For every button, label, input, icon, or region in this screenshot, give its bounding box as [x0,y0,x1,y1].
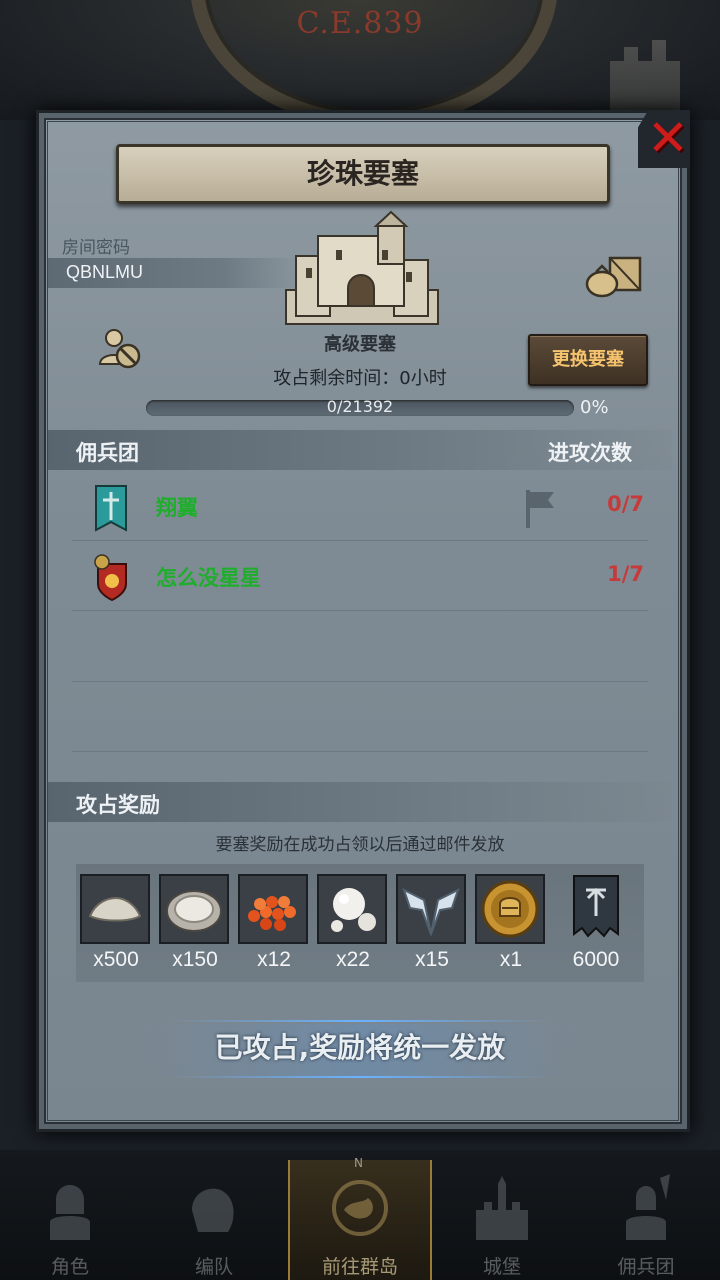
capture-time-label: 攻占剩余时间： [273,368,400,389]
reward-item[interactable]: x12 [238,874,310,972]
attack-count: 0/7 [607,492,644,516]
fortress-level: 高级要塞 [324,334,396,355]
compass-map-icon [332,1180,388,1236]
panel-title: 珍珠要塞 [116,144,610,204]
helmet-group-icon [192,1188,234,1232]
mercenary-icon [626,1174,670,1240]
wings-emblem-icon [398,876,464,942]
fortress-icon [285,210,439,325]
reward-quantity: x150 [172,948,218,971]
reward-quantity: x12 [257,948,291,971]
roe-icon [240,876,306,942]
era-text: C.E.839 [296,6,424,41]
teal-banner-icon [95,485,127,532]
knight-icon [50,1185,90,1240]
castle-icon [476,1176,528,1240]
nav-label: 城堡 [482,1256,521,1278]
supply-bag-crate-icon[interactable] [584,252,644,298]
compass-north-label: N [354,1156,363,1170]
nav-label: 编队 [194,1256,233,1278]
nav-islands[interactable]: N 前往群岛 [288,1156,432,1280]
status-line-top [170,1020,550,1022]
mercenary-row[interactable]: 翔翼 0/7 [72,474,648,541]
reward-header: 攻占奖励 [76,793,160,817]
reward-note: 要塞奖励在成功占领以后通过邮件发放 [215,835,505,855]
capture-time-row: 攻占剩余时间：0小时 [200,364,520,390]
attack-count-header: 进攻次数 [548,441,632,465]
reward-quantity: x22 [336,948,370,971]
capture-status: 已攻占,奖励将统一发放 [214,1031,506,1064]
close-icon[interactable]: ✕ [646,112,690,164]
oyster-icon [161,876,227,942]
reward-item[interactable]: x15 [396,874,468,972]
flag-icon [526,490,554,528]
reward-item[interactable]: x22 [317,874,389,972]
mercenary-row[interactable]: 怎么没星星 1/7 [72,544,648,611]
knight-coin-icon [477,876,543,942]
nav-role[interactable]: 角色 [0,1160,140,1280]
status-line-bottom [170,1076,550,1078]
mercenary-name: 怎么没星星 [156,566,261,590]
pearl-icon [319,876,385,942]
nav-formation[interactable]: 编队 [144,1160,284,1280]
user-blocked-icon[interactable] [98,326,142,370]
nav-label: 前往群岛 [321,1256,398,1278]
capture-progress-percent: 0% [580,397,609,418]
reward-quantity: x1 [499,948,523,971]
reward-quantity: x15 [415,948,449,971]
reward-item[interactable]: x1 [475,874,547,972]
capture-progress-text: 0/21392 [326,397,394,416]
reward-item[interactable]: x150 [159,874,231,972]
nav-castle[interactable]: 城堡 [432,1160,572,1280]
nav-label: 佣兵团 [617,1256,675,1278]
empty-row-divider [72,680,648,682]
reward-quantity: 6000 [572,948,620,971]
nav-label: 角色 [50,1256,89,1278]
empty-row-divider [72,750,648,752]
attack-count: 1/7 [607,562,644,586]
mercenary-name: 翔翼 [156,496,198,520]
guild-banner-icon [573,875,619,938]
nav-mercenary[interactable]: 佣兵团 [576,1160,716,1280]
change-fortress-button[interactable]: 更换要塞 [528,334,648,386]
reward-item[interactable]: 6000 [560,874,632,972]
capture-time-value: 0小时 [399,368,447,389]
sun-shield-icon [94,554,127,602]
reward-quantity: x500 [93,948,139,971]
reward-item[interactable]: x500 [80,874,152,972]
room-code-label: 房间密码 [62,238,130,258]
room-code-value[interactable]: QBNLMU [66,262,143,283]
mercenary-header: 佣兵团 [76,441,139,465]
flour-icon [82,876,148,942]
